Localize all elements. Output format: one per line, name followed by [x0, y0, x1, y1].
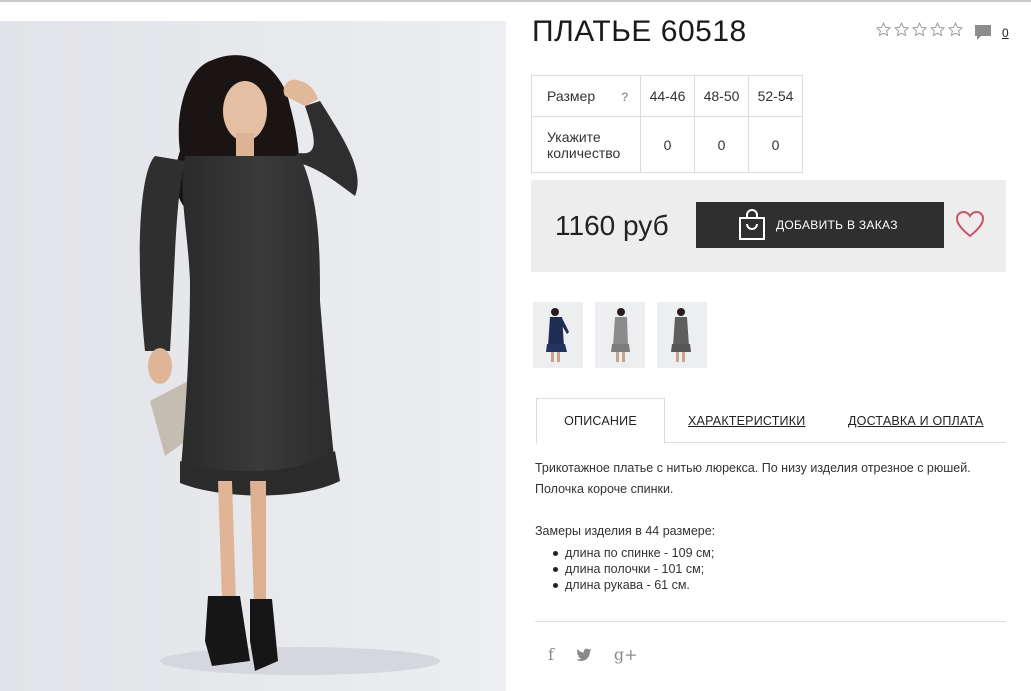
star-icon[interactable] [876, 22, 891, 37]
dress-grey-thumbnail[interactable] [595, 302, 645, 368]
dress-darkgrey-thumbnail[interactable] [657, 302, 707, 368]
measurement-item: длина полочки - 101 см; [553, 561, 714, 577]
thumbnail-image [533, 302, 583, 368]
thumbnail-image [657, 302, 707, 368]
tab-description[interactable]: ОПИСАНИЕ [536, 398, 665, 444]
quantity-label-cell: Укажите количество [531, 116, 641, 173]
product-tabs: ОПИСАНИЕ ХАРАКТЕРИСТИКИ ДОСТАВКА И ОПЛАТ… [536, 398, 1006, 444]
thumbnail-image [595, 302, 645, 368]
rating-stars[interactable] [876, 22, 963, 37]
comments-link[interactable]: 0 [974, 24, 1009, 41]
shopping-bag-icon [739, 209, 765, 240]
add-to-order-label: ДОБАВИТЬ В ЗАКАЗ [776, 218, 898, 232]
quantity-input[interactable]: 0 [748, 116, 803, 173]
quantity-label-line2: количество [547, 144, 621, 161]
measurement-item: длина по спинке - 109 см; [553, 545, 714, 561]
twitter-icon[interactable] [576, 648, 592, 662]
social-share: f g+ [548, 645, 638, 664]
thumbnail-strip [533, 302, 707, 368]
top-divider [0, 0, 1031, 2]
comment-count[interactable]: 0 [1002, 26, 1009, 40]
tab-delivery-payment[interactable]: ДОСТАВКА И ОПЛАТА [848, 398, 983, 443]
add-to-order-button[interactable]: ДОБАВИТЬ В ЗАКАЗ [696, 202, 944, 248]
size-option: 44-46 [640, 75, 695, 117]
size-label-cell: Размер? [531, 75, 641, 117]
price: 1160 руб [555, 210, 669, 241]
comment-icon[interactable] [974, 24, 992, 41]
star-icon[interactable] [948, 22, 963, 37]
dress-model-photo [0, 21, 506, 691]
measurement-item: длина рукава - 61 см. [553, 577, 714, 593]
facebook-icon[interactable]: f [548, 645, 554, 664]
quantity-input[interactable]: 0 [640, 116, 695, 173]
measurements-list: длина по спинке - 109 см; длина полочки … [553, 545, 714, 593]
size-option: 52-54 [748, 75, 803, 117]
star-icon[interactable] [912, 22, 927, 37]
size-label: Размер [547, 87, 596, 104]
description-text: Трикотажное платье с нитью люрекса. По н… [535, 461, 971, 496]
divider [535, 621, 1006, 622]
star-icon[interactable] [930, 22, 945, 37]
measurements-title: Замеры изделия в 44 размере: [535, 524, 716, 538]
quantity-input[interactable]: 0 [694, 116, 749, 173]
star-icon[interactable] [894, 22, 909, 37]
product-title: ПЛАТЬЕ 60518 [532, 15, 747, 48]
price-box: 1160 руб ДОБАВИТЬ В ЗАКАЗ [531, 180, 1006, 272]
main-product-photo[interactable] [0, 21, 506, 691]
dress-navy-thumbnail[interactable] [533, 302, 583, 368]
size-option: 48-50 [694, 75, 749, 117]
heart-icon[interactable] [955, 210, 985, 238]
google-plus-icon[interactable]: g+ [614, 645, 638, 664]
tab-specifications[interactable]: ХАРАКТЕРИСТИКИ [688, 398, 805, 443]
size-quantity-table: Размер? 44-46 48-50 52-54 Укажите количе… [531, 75, 803, 173]
quantity-label-line1: Укажите [547, 128, 601, 145]
size-help-icon[interactable]: ? [621, 90, 628, 104]
